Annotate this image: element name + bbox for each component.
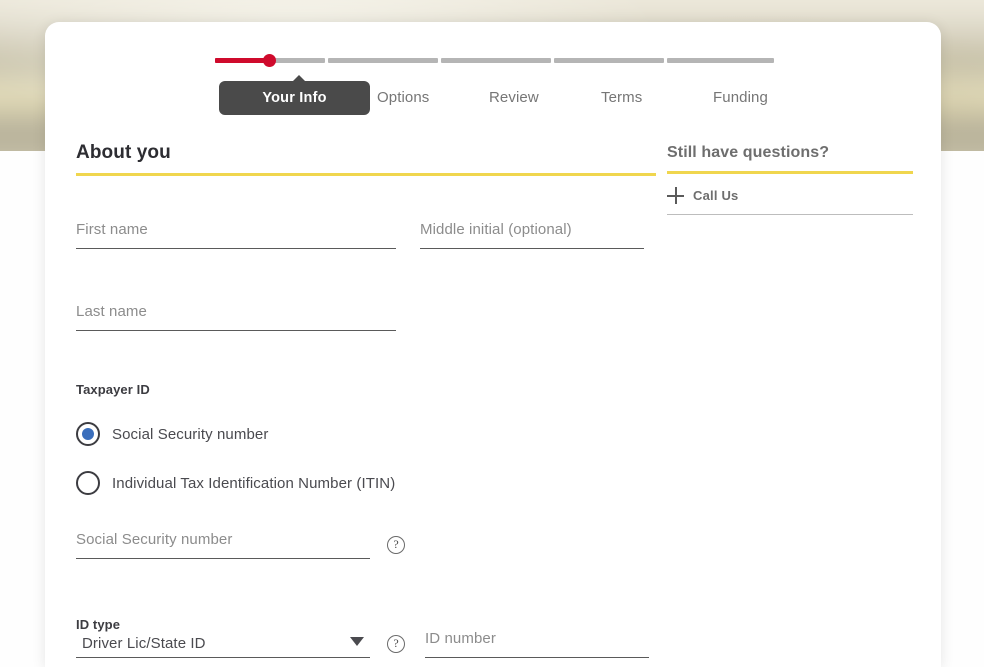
progress-segment-4 bbox=[554, 58, 664, 63]
radio-itin-icon[interactable] bbox=[76, 471, 100, 495]
taxpayer-id-group: Taxpayer ID Social Security number Indiv… bbox=[76, 382, 636, 495]
id-number-input[interactable]: ID number bbox=[425, 629, 649, 658]
middle-initial-placeholder: Middle initial (optional) bbox=[420, 221, 572, 238]
tooltip-arrow-icon bbox=[292, 75, 306, 82]
id-number-placeholder: ID number bbox=[425, 630, 496, 647]
id-type-help-icon[interactable]: ? bbox=[387, 635, 405, 653]
ssn-placeholder: Social Security number bbox=[76, 531, 233, 548]
help-item-call-us[interactable]: Call Us bbox=[667, 174, 913, 215]
radio-ssn-label: Social Security number bbox=[112, 425, 269, 443]
help-item-call-us-label: Call Us bbox=[693, 188, 739, 203]
middle-initial-input[interactable]: Middle initial (optional) bbox=[420, 220, 644, 249]
radio-ssn-icon[interactable] bbox=[76, 422, 100, 446]
step-label-your-info: Your Info bbox=[262, 90, 327, 106]
ssn-field-row: Social Security number ? bbox=[76, 530, 405, 559]
last-name-placeholder: Last name bbox=[76, 303, 147, 320]
id-type-value: Driver Lic/State ID bbox=[82, 635, 206, 652]
help-sidebar-title: Still have questions? bbox=[667, 144, 830, 161]
id-type-row: ID type Driver Lic/State ID ? ID number bbox=[76, 617, 649, 658]
progress-track bbox=[215, 54, 775, 67]
progress-stepper: Your Info Options Review Terms Funding bbox=[215, 54, 815, 121]
chevron-down-icon[interactable] bbox=[350, 637, 364, 646]
radio-itin-label: Individual Tax Identification Number (IT… bbox=[112, 474, 396, 492]
progress-segment-3 bbox=[441, 58, 551, 63]
radio-option-itin[interactable]: Individual Tax Identification Number (IT… bbox=[76, 471, 636, 495]
form-card: Your Info Options Review Terms Funding A… bbox=[45, 22, 941, 667]
first-name-input[interactable]: First name bbox=[76, 220, 396, 249]
name-fields-row: First name Middle initial (optional) bbox=[76, 220, 644, 249]
help-sidebar: Still have questions? Call Us bbox=[667, 142, 913, 215]
form-main-column: About you First name Middle initial (opt… bbox=[76, 142, 656, 658]
step-label-options[interactable]: Options bbox=[377, 89, 429, 106]
step-label-funding[interactable]: Funding bbox=[713, 89, 768, 106]
step-label-review[interactable]: Review bbox=[489, 89, 539, 106]
step-current-tooltip[interactable]: Your Info bbox=[219, 75, 370, 115]
page-title: About you bbox=[76, 142, 171, 163]
ssn-help-icon[interactable]: ? bbox=[387, 536, 405, 554]
page-root: Your Info Options Review Terms Funding A… bbox=[0, 0, 984, 667]
first-name-placeholder: First name bbox=[76, 221, 148, 238]
progress-knob[interactable] bbox=[263, 54, 276, 67]
id-type-select[interactable]: ID type Driver Lic/State ID bbox=[76, 617, 370, 658]
progress-segment-2 bbox=[328, 58, 438, 63]
last-name-input[interactable]: Last name bbox=[76, 302, 396, 331]
plus-icon bbox=[667, 187, 684, 204]
stepper-labels: Your Info Options Review Terms Funding bbox=[215, 73, 815, 121]
progress-segment-5 bbox=[667, 58, 775, 63]
ssn-input[interactable]: Social Security number bbox=[76, 530, 370, 559]
step-label-terms[interactable]: Terms bbox=[601, 89, 642, 106]
taxpayer-id-label: Taxpayer ID bbox=[76, 382, 150, 397]
section-accent-rule bbox=[76, 173, 656, 176]
radio-option-ssn[interactable]: Social Security number bbox=[76, 422, 636, 446]
last-name-row: Last name bbox=[76, 302, 396, 331]
id-type-label: ID type bbox=[76, 617, 121, 632]
